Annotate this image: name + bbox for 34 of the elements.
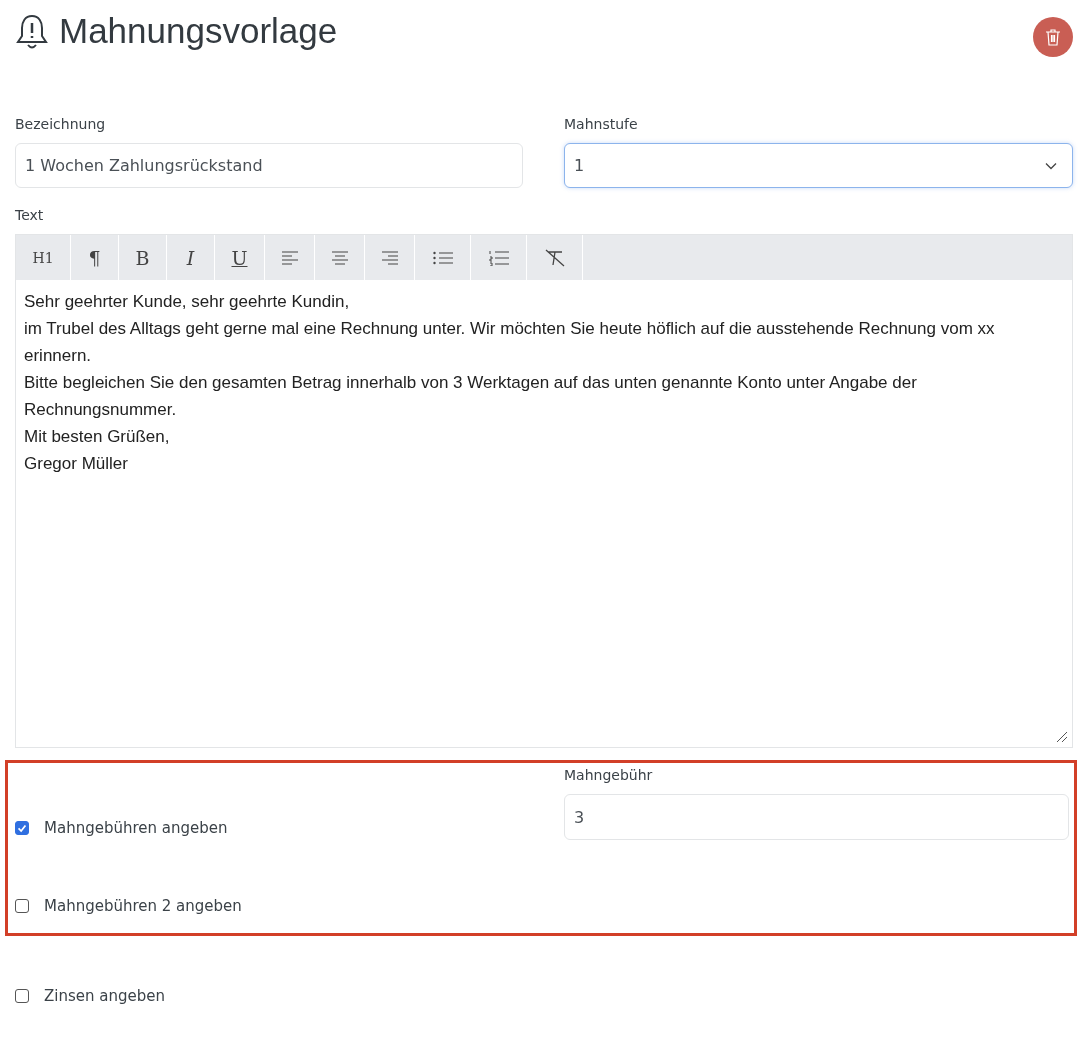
checkbox-label: Mahngebühren angeben bbox=[44, 819, 228, 837]
toolbar-button[interactable]: U bbox=[215, 235, 265, 280]
checkbox[interactable] bbox=[15, 989, 29, 1003]
level-select[interactable]: 1 bbox=[564, 143, 1073, 188]
field-label: Mahnstufe bbox=[564, 115, 639, 134]
letter-paragraph: Mit besten Grüßen, bbox=[24, 426, 171, 448]
align-center-icon bbox=[330, 250, 349, 265]
toolbar-button[interactable]: H1 bbox=[16, 235, 71, 280]
letter-paragraph: Sehr geehrter Kunde, sehr geehrte Kundin, bbox=[24, 291, 351, 313]
clear-format-icon bbox=[543, 248, 566, 267]
bullet-list-icon bbox=[432, 250, 453, 265]
checkbox-label: Mahngebühren 2 angeben bbox=[44, 897, 242, 915]
align-right-icon bbox=[380, 250, 399, 265]
toolbar-button[interactable]: B bbox=[119, 235, 167, 280]
fee-input-field[interactable]: 3 bbox=[564, 794, 1069, 840]
letter-paragraph: Gregor Müller bbox=[24, 453, 129, 475]
field-label: Bezeichnung bbox=[15, 115, 107, 134]
toolbar-button[interactable]: I bbox=[167, 235, 215, 280]
trash-icon bbox=[1043, 27, 1063, 47]
numbered-list-icon bbox=[488, 249, 509, 266]
toolbar-button[interactable]: ¶ bbox=[71, 235, 119, 280]
delete-button[interactable] bbox=[1033, 17, 1073, 57]
checkbox[interactable] bbox=[15, 899, 29, 913]
letter-paragraph: im Trubel des Alltags geht gerne mal eine Rechnung unter. Wir möchten Sie heute höflich auf die ausstehende Rechnung vom xx erinnern. bbox=[24, 318, 996, 367]
checkbox-label: Zinsen angeben bbox=[44, 987, 165, 1005]
align-left-icon bbox=[280, 250, 299, 265]
chevron-down-icon bbox=[1045, 161, 1057, 170]
letter-paragraph: Bitte begleichen Sie den gesamten Betrag innerhalb von 3 Werktagen auf das unten genannte Konto unter Angabe der Rechnungsnummer. bbox=[24, 372, 918, 421]
checkbox[interactable] bbox=[15, 821, 29, 835]
name-input-field[interactable]: 1 Wochen Zahlungsrückstand bbox=[15, 143, 523, 188]
field-label: Text bbox=[15, 206, 45, 225]
page-title: Mahnungsvorlage bbox=[59, 11, 338, 51]
resize-grip-icon[interactable] bbox=[1056, 731, 1068, 743]
field-label: Mahngebühr bbox=[564, 766, 654, 785]
